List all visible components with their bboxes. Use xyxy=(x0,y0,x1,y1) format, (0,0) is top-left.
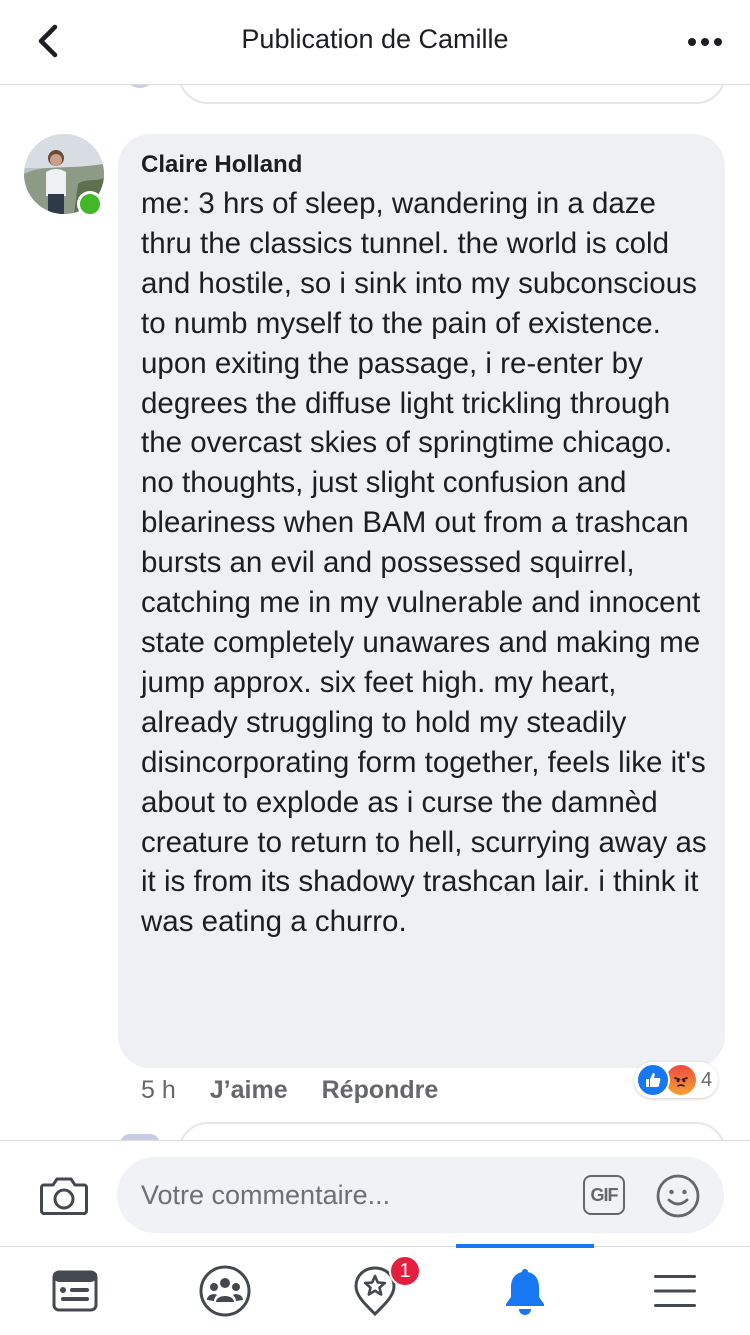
page-title: Publication de Camille xyxy=(241,24,509,54)
gif-icon: GIF xyxy=(583,1175,625,1215)
notification-badge: 1 xyxy=(389,1255,421,1287)
like-reaction-icon xyxy=(636,1063,670,1097)
groups-icon xyxy=(199,1265,251,1317)
comment-author[interactable]: Claire Holland xyxy=(141,151,302,179)
smiley-icon xyxy=(656,1174,700,1218)
tab-notifications[interactable] xyxy=(450,1247,600,1335)
tab-groups[interactable] xyxy=(150,1247,300,1335)
tab-news-feed[interactable] xyxy=(0,1247,150,1335)
camera-button[interactable] xyxy=(36,1169,92,1221)
tab-menu[interactable] xyxy=(600,1247,750,1335)
camera-icon xyxy=(40,1177,88,1215)
like-button[interactable]: J’aime xyxy=(210,1076,288,1105)
reply-button[interactable]: Répondre xyxy=(322,1076,439,1105)
emoji-button[interactable] xyxy=(655,1173,701,1219)
more-horizontal-icon xyxy=(688,38,722,46)
tab-marketplace[interactable]: 1 xyxy=(300,1247,450,1335)
header-bar: Publication de Camille xyxy=(0,0,750,85)
comment-composer: GIF xyxy=(0,1140,750,1247)
more-options-button[interactable] xyxy=(682,22,728,62)
online-status-indicator xyxy=(77,191,103,217)
bottom-tab-bar: 1 xyxy=(0,1244,750,1335)
gif-button[interactable]: GIF xyxy=(581,1173,627,1217)
reaction-count: 4 xyxy=(701,1068,713,1091)
hamburger-menu-icon xyxy=(654,1275,696,1307)
comment-actions: 5 h J’aime Répondre xyxy=(141,1076,438,1105)
comment-timestamp: 5 h xyxy=(141,1076,176,1104)
comment-input[interactable] xyxy=(117,1157,724,1233)
news-feed-icon xyxy=(52,1270,98,1312)
reactions-summary[interactable]: 4 xyxy=(634,1062,719,1098)
comment-text: me: 3 hrs of sleep, wandering in a daze … xyxy=(141,187,707,939)
bell-icon xyxy=(506,1269,544,1315)
